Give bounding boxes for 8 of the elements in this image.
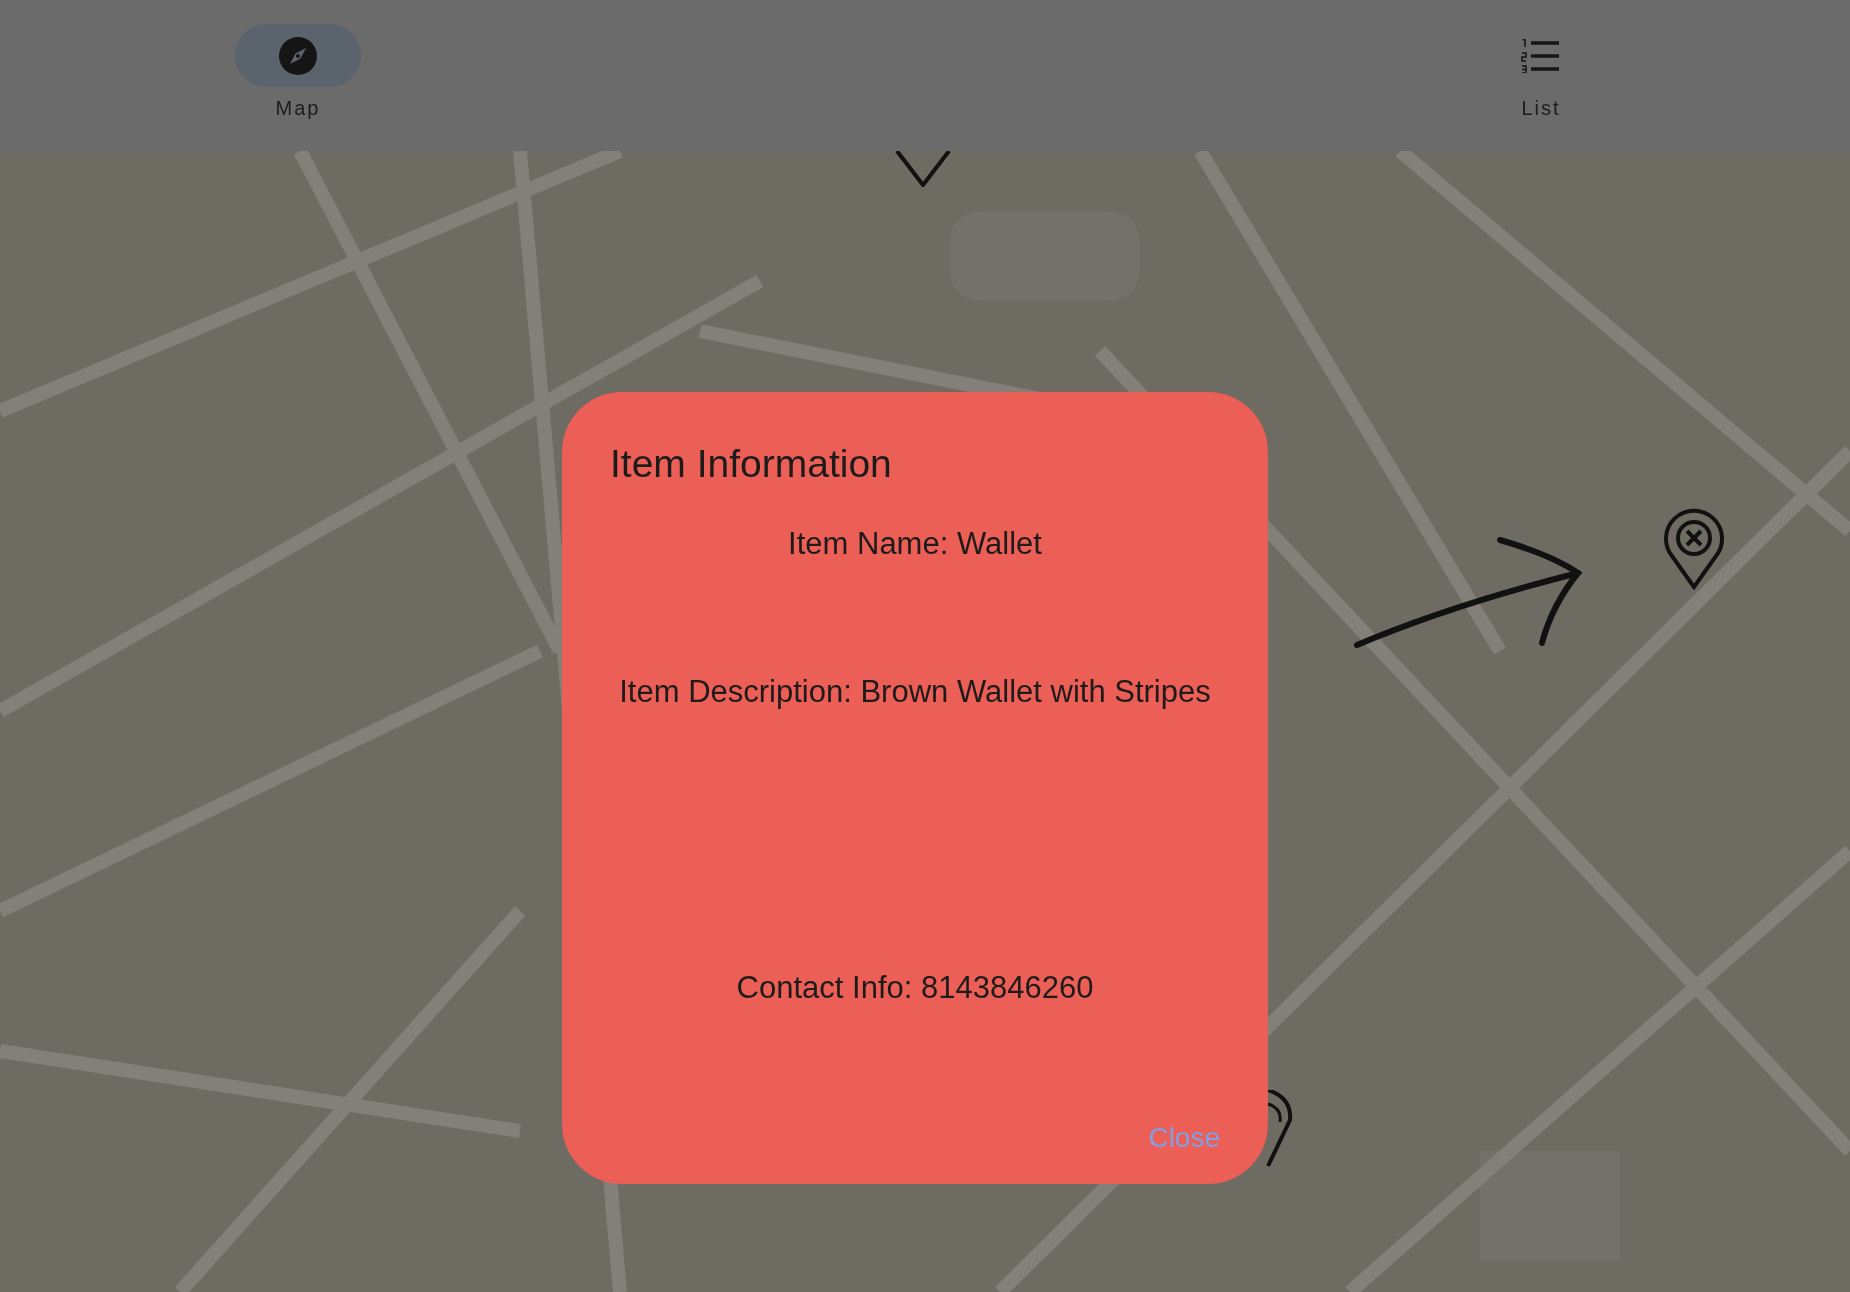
- nav-tab[interactable]: Map: [229, 0, 367, 151]
- item-detail: Contact Info: 8143846260: [735, 970, 1095, 1006]
- dialog-title: Item Information: [610, 442, 893, 486]
- numbered-list-icon: [1521, 38, 1561, 73]
- compass-icon: [278, 35, 318, 76]
- nav-tab[interactable]: List: [1472, 0, 1610, 151]
- item-detail: Item Description: Brown Wallet with Stripes: [618, 674, 1212, 710]
- item-detail: Item Name: Wallet: [787, 526, 1043, 562]
